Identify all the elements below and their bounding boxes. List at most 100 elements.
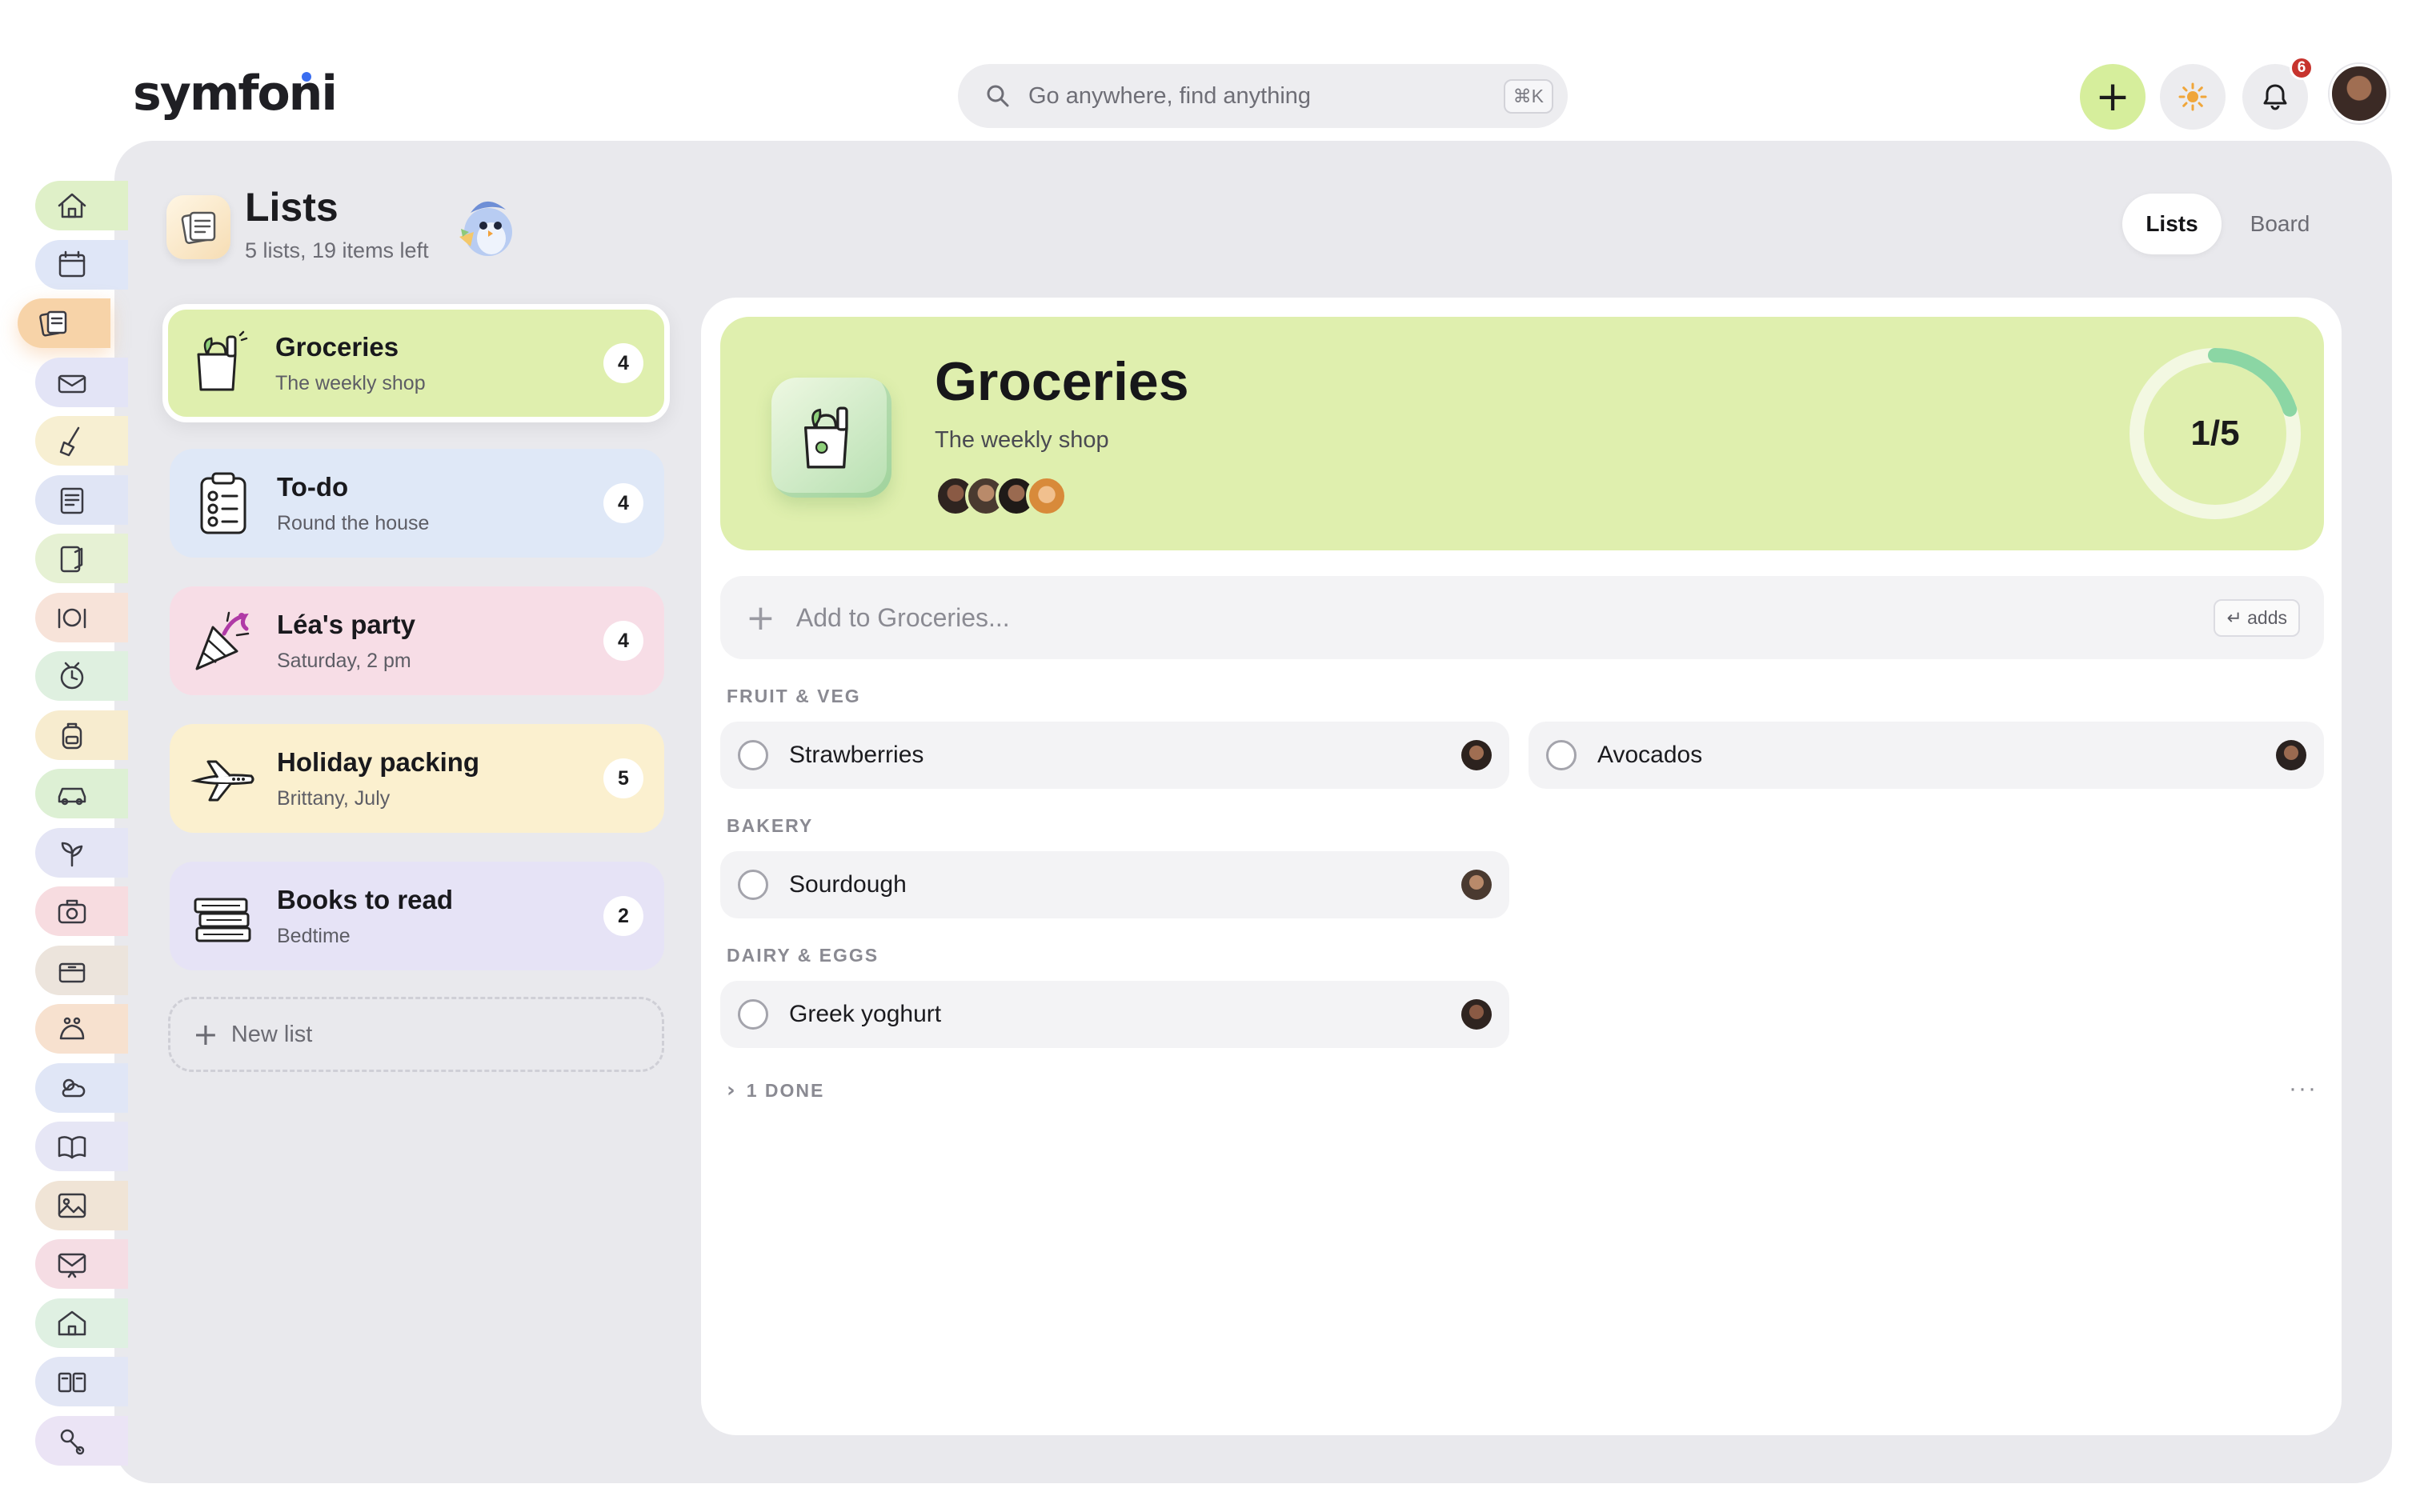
car-icon (58, 787, 86, 806)
calendar-icon (58, 250, 86, 277)
section-label: DAIRY & EGGS (727, 945, 879, 966)
rail-recipes-button[interactable] (35, 534, 128, 583)
item-checkbox[interactable] (738, 740, 768, 770)
rail-car-button[interactable] (35, 769, 128, 818)
reading-icon (58, 1136, 86, 1159)
plus-icon: + (193, 1017, 218, 1052)
list-subtitle: Brittany, July (277, 786, 391, 810)
house-icon (58, 1310, 86, 1335)
list-title: Léa's party (277, 609, 415, 639)
chevron-right-icon: › (727, 1078, 737, 1102)
notes-icon (60, 487, 84, 514)
search-bar[interactable]: Go anywhere, find anything ⌘K (958, 64, 1568, 128)
more-options-icon[interactable]: ··· (2289, 1075, 2318, 1102)
done-toggle[interactable]: › 1 DONE (727, 1078, 824, 1102)
list-card-groceries[interactable]: Groceries The weekly shop 4 (162, 304, 670, 422)
sun-icon (2178, 82, 2207, 111)
weather-icon (62, 1078, 86, 1097)
rail-calendar-button[interactable] (35, 239, 128, 290)
rail-home-button[interactable] (35, 181, 128, 230)
section-label: BAKERY (727, 815, 814, 836)
item-checkbox[interactable] (738, 999, 768, 1030)
list-count-badge: 5 (603, 758, 643, 798)
tab-lists[interactable]: Lists (2122, 194, 2222, 254)
rail-meals-button[interactable] (35, 592, 128, 642)
rail-storage-button[interactable] (35, 945, 128, 995)
list-subtitle: The weekly shop (275, 371, 426, 394)
list-item-avocados[interactable]: Avocados (1529, 722, 2324, 789)
member-avatars[interactable] (935, 475, 1068, 517)
item-label: Greek yoghurt (789, 1001, 942, 1027)
tab-board[interactable]: Board (2222, 194, 2338, 254)
rail-notes-button[interactable] (35, 474, 128, 525)
recipes-icon (60, 546, 83, 573)
user-avatar[interactable] (2330, 64, 2389, 123)
list-card-to-do[interactable]: To-do Round the house 4 (170, 449, 664, 558)
avatar[interactable] (1026, 475, 1068, 517)
photos-icon (58, 1193, 86, 1218)
rail-photos-button[interactable] (35, 1180, 128, 1230)
new-list-button[interactable]: + New list (168, 997, 664, 1072)
assignee-avatar[interactable] (1461, 740, 1492, 770)
rail-cleaning-button[interactable] (35, 416, 128, 466)
list-item-sourdough[interactable]: Sourdough (720, 851, 1509, 918)
item-checkbox[interactable] (1546, 740, 1577, 770)
item-label: Strawberries (789, 742, 924, 768)
list-item-greek-yoghurt[interactable]: Greek yoghurt (720, 981, 1509, 1048)
list-title: Holiday packing (277, 746, 480, 777)
done-label: 1 DONE (746, 1079, 825, 1101)
assignee-avatar[interactable] (2276, 740, 2306, 770)
assignee-avatar[interactable] (1461, 870, 1492, 900)
section-label: FRUIT & VEG (727, 686, 861, 706)
list-item-strawberries[interactable]: Strawberries (720, 722, 1509, 789)
grocery-bag-icon (771, 378, 891, 498)
rail-messages-button[interactable] (35, 1239, 128, 1289)
rail-lists-button[interactable] (18, 298, 110, 348)
list-card-books-to-read[interactable]: Books to read Bedtime 2 (170, 862, 664, 970)
list-subtitle: Bedtime (277, 924, 351, 947)
rail-pets-button[interactable] (35, 1004, 128, 1054)
search-shortcut: ⌘K (1503, 78, 1553, 114)
add-item-placeholder[interactable]: Add to Groceries... (796, 603, 2214, 633)
list-subtitle: Round the house (277, 511, 430, 534)
camera-icon (58, 899, 86, 924)
rail-camera-button[interactable] (35, 886, 128, 936)
list-count-badge: 4 (603, 621, 643, 661)
rail-house-button[interactable] (35, 1298, 128, 1348)
rail-library-button[interactable] (35, 1357, 128, 1406)
list-title: To-do (277, 471, 349, 502)
item-label: Sourdough (789, 871, 907, 898)
list-card-holiday-packing[interactable]: Holiday packing Brittany, July 5 (170, 724, 664, 833)
library-icon (58, 1372, 86, 1393)
cleaning-icon (59, 426, 80, 457)
theme-toggle-button[interactable] (2160, 64, 2226, 130)
add-button[interactable]: + (2080, 64, 2146, 130)
add-item-input[interactable]: + Add to Groceries... ↵ adds (720, 576, 2324, 659)
assignee-avatar[interactable] (1461, 999, 1492, 1030)
detail-title: Groceries (935, 351, 1189, 412)
books-stack-icon (194, 898, 251, 942)
bell-icon (2263, 84, 2287, 110)
rail-reading-button[interactable] (35, 1122, 128, 1171)
rail-garden-button[interactable] (35, 827, 128, 878)
rail-backpack-button[interactable] (35, 710, 128, 760)
list-card-leas-party[interactable]: Léa's party Saturday, 2 pm 4 (170, 586, 664, 695)
search-icon (987, 85, 1009, 107)
notification-count-badge: 6 (2290, 56, 2314, 80)
search-placeholder[interactable]: Go anywhere, find anything (1028, 83, 1504, 110)
airplane-icon (190, 760, 254, 802)
grocery-bag-icon (197, 330, 248, 391)
bird-mascot-icon (459, 201, 512, 256)
rail-weather-button[interactable] (35, 1062, 128, 1113)
plus-icon: + (746, 597, 775, 638)
rail-mail-button[interactable] (35, 357, 128, 407)
planner-icon (60, 662, 84, 690)
garden-icon (61, 842, 83, 866)
detail-subtitle: The weekly shop (935, 427, 1109, 453)
clipboard-checklist-icon (200, 472, 246, 534)
item-checkbox[interactable] (738, 870, 768, 900)
rail-planner-button[interactable] (35, 651, 128, 701)
list-title: Books to read (277, 884, 454, 914)
rail-toys-button[interactable] (35, 1415, 128, 1466)
pets-icon (59, 1017, 85, 1040)
